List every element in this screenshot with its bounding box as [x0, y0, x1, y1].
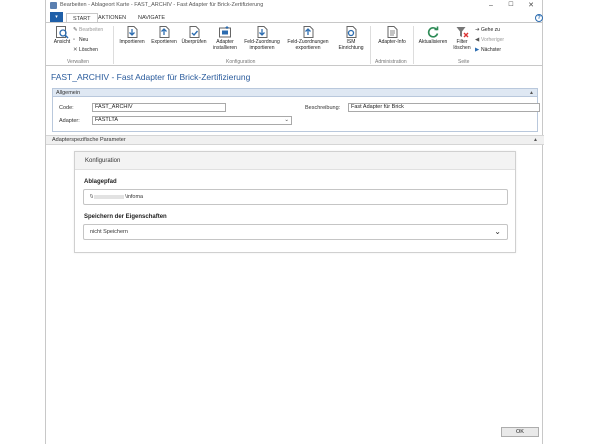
group-divider	[413, 26, 414, 64]
naechster-label: Nächster	[481, 47, 502, 53]
konfiguration-title: Konfiguration	[75, 152, 515, 170]
ablagepfad-prefix: \\	[90, 194, 94, 200]
importieren-button[interactable]: Importieren	[117, 25, 147, 46]
close-icon[interactable]: ✕	[526, 1, 536, 10]
group-label-administration: Administration	[375, 59, 407, 65]
ablagepfad-suffix: \infoma	[125, 194, 144, 200]
importieren-label: Importieren	[119, 39, 145, 45]
adapter-label: Adapter:	[59, 118, 80, 124]
ansicht-button[interactable]: Ansicht	[52, 25, 72, 46]
filter-loeschen-label-line2: löschen	[453, 44, 471, 51]
speichern-dropdown[interactable]: nicht Speichern ⌄	[83, 224, 508, 240]
ism-einrichtung-button[interactable]: ISM Einrichtung	[334, 25, 368, 51]
naechster-button[interactable]: ▶ Nächster	[475, 47, 501, 53]
page-title: FAST_ARCHIV - Fast Adapter für Brick-Zer…	[51, 72, 251, 82]
adapter-installieren-label-line2: installieren	[213, 44, 237, 51]
app-menu-button[interactable]: ▾	[50, 12, 63, 22]
group-label-seite: Seite	[458, 59, 470, 65]
bearbeiten-button[interactable]: ✎Bearbeiten	[73, 27, 103, 33]
gehe-zu-label: Gehe zu	[481, 27, 500, 33]
export-icon	[157, 25, 171, 39]
ablagepfad-label: Ablagepfad	[84, 179, 117, 185]
neu-label: Neu	[79, 37, 89, 43]
maximize-icon[interactable]: ☐	[506, 1, 516, 10]
install-icon	[218, 25, 232, 39]
refresh-icon	[426, 25, 440, 39]
clear-filter-icon	[455, 25, 469, 39]
exportieren-button[interactable]: Exportieren	[149, 25, 179, 46]
code-field[interactable]: FAST_ARCHIV	[92, 103, 226, 112]
code-label: Code:	[59, 105, 74, 111]
adapter-installieren-button[interactable]: Adapter installieren	[209, 25, 241, 51]
speichern-label: Speichern der Eigenschaften	[84, 214, 167, 220]
group-divider	[370, 26, 371, 64]
ribbon: Ansicht ✎Bearbeiten ▫ Neu ✕Löschen Verwal…	[46, 22, 542, 66]
ism-einrichtung-label-line2: Einrichtung	[338, 44, 364, 51]
vorheriger-label: Vorheriger	[481, 37, 505, 43]
chevron-down-icon: ⌄	[494, 227, 501, 236]
feld-zuordnungen-exportieren-label-line2: exportieren	[295, 44, 321, 51]
beschreibung-field[interactable]: Fast Adapter für Brick	[348, 103, 540, 112]
loeschen-label: Löschen	[79, 47, 98, 53]
filter-loeschen-button[interactable]: Filter löschen	[451, 25, 473, 51]
info-document-icon	[385, 25, 399, 39]
adapter-info-label: Adapter-Info	[378, 39, 406, 45]
fasttab-allgemein-body: Code: FAST_ARCHIV Adapter: FASTLTA ⌄ Bes…	[52, 97, 540, 132]
beschreibung-label: Beschreibung:	[305, 105, 341, 111]
group-label-konfiguration: Konfiguration	[226, 59, 256, 65]
feld-zuordnungen-exportieren-button[interactable]: Feld-Zuordnungen exportieren	[284, 25, 332, 51]
loeschen-button[interactable]: ✕Löschen	[73, 47, 98, 53]
speichern-value: nicht Speichern	[90, 229, 128, 235]
fasttab-adapter-params-header[interactable]: Adapterspezifische Parameter ▲	[46, 135, 544, 145]
ansicht-label: Ansicht	[53, 39, 71, 45]
redacted-path	[94, 194, 125, 199]
feld-zuordnung-importieren-label-line2: importieren	[249, 44, 275, 51]
neu-button[interactable]: ▫ Neu	[73, 37, 88, 43]
exportieren-label: Exportieren	[151, 39, 177, 45]
ueberpruefen-label: Überprüfen	[181, 39, 207, 45]
fasttab-adapter-params-title: Adapterspezifische Parameter	[52, 137, 126, 143]
adapter-dropdown[interactable]: FASTLTA ⌄	[92, 116, 292, 125]
bearbeiten-label: Bearbeiten	[79, 27, 104, 33]
help-icon[interactable]: ?	[535, 14, 543, 22]
field-import-icon	[255, 25, 269, 39]
field-export-icon	[301, 25, 315, 39]
adapter-value: FASTLTA	[95, 117, 119, 123]
view-icon	[55, 25, 69, 39]
konfiguration-panel: Konfiguration Ablagepfad \\ \infoma Speic…	[74, 151, 516, 253]
ueberpruefen-button[interactable]: Überprüfen	[180, 25, 208, 46]
group-label-verwalten: Verwalten	[67, 59, 89, 65]
collapse-icon: ▲	[533, 137, 538, 143]
aktualisieren-label: Aktualisieren	[418, 39, 448, 45]
import-icon	[125, 25, 139, 39]
minimize-icon[interactable]: –	[486, 1, 496, 10]
vorheriger-button[interactable]: ◀ Vorheriger	[475, 37, 504, 43]
gehe-zu-button[interactable]: ➜Gehe zu	[475, 27, 500, 33]
ablagepfad-input[interactable]: \\ \infoma	[83, 189, 508, 205]
setup-icon	[344, 25, 358, 39]
app-icon	[50, 2, 57, 9]
fasttab-allgemein-header[interactable]: Allgemein ▲	[52, 88, 538, 97]
aktualisieren-button[interactable]: Aktualisieren	[416, 25, 450, 46]
group-divider	[113, 26, 114, 64]
check-document-icon	[187, 25, 201, 39]
title-bar: Bearbeiten - Ablageort Karte - FAST_ARCH…	[46, 0, 542, 11]
chevron-down-icon: ⌄	[284, 117, 289, 123]
ok-button[interactable]: OK	[501, 427, 539, 437]
collapse-icon: ▲	[529, 90, 534, 96]
window-title: Bearbeiten - Ablageort Karte - FAST_ARCH…	[60, 2, 264, 8]
fasttab-allgemein-title: Allgemein	[56, 90, 81, 96]
adapter-info-button[interactable]: Adapter-Info	[373, 25, 411, 46]
feld-zuordnung-importieren-button[interactable]: Feld-Zuordnung importieren	[241, 25, 283, 51]
